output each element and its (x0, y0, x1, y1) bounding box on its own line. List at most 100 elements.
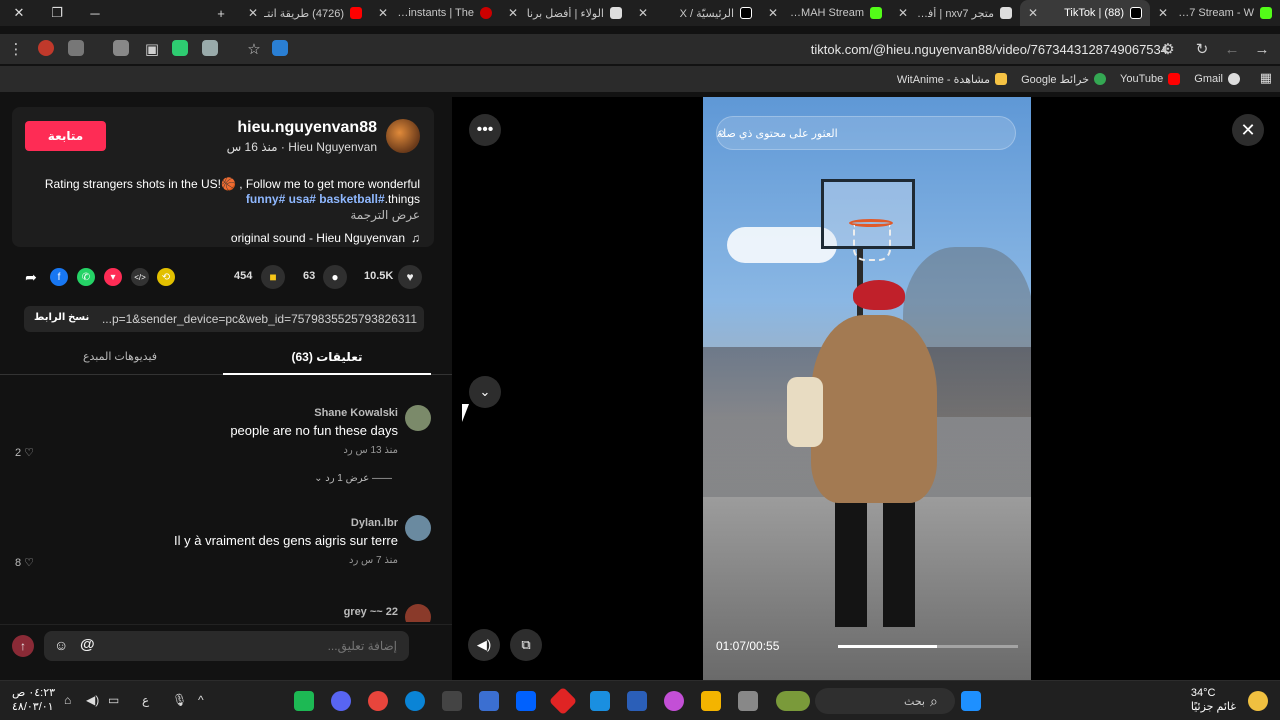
commenter-avatar[interactable] (405, 405, 431, 431)
window-minimize-icon[interactable]: ─ (76, 6, 114, 21)
window-close-icon[interactable]: ✕ (0, 5, 38, 21)
app-icon-1[interactable] (294, 691, 314, 711)
close-icon[interactable]: ✕ (1028, 6, 1038, 20)
tab-osamah-stream[interactable]: OSAMAH Stream ✕ (760, 0, 890, 26)
tab-nxv7-store[interactable]: متجر nxv7 | أفضل ✕ (890, 0, 1020, 26)
creator-username[interactable]: hieu.nguyenvan88 (237, 119, 377, 137)
search-icon[interactable]: ⌕ (717, 124, 725, 141)
close-icon[interactable]: ✕ (768, 6, 778, 20)
display-icon[interactable]: ▭ (108, 693, 119, 707)
creator-avatar[interactable] (386, 119, 420, 153)
system-clock[interactable]: ٠٤:٢٣ ص ٤٨/٠٣/٠١ (12, 686, 55, 714)
volume-icon[interactable]: ◀) (468, 629, 500, 661)
microphone-icon[interactable]: 🎙 (172, 693, 187, 707)
comment-input[interactable] (44, 631, 409, 661)
window-restore-icon[interactable]: ❐ (38, 5, 76, 21)
tab-tiktok[interactable]: (88) | TikTok ✕ (1020, 0, 1150, 26)
extension-lock-icon[interactable] (202, 40, 218, 56)
facebook-icon[interactable]: f (50, 268, 68, 286)
emoji-icon[interactable]: ☺ (54, 637, 68, 653)
address-bar[interactable]: tiktok.com/@hieu.nguyenvan88/video/76734… (230, 36, 1180, 62)
mail-icon[interactable] (590, 691, 610, 711)
sound-link[interactable]: original sound - Hieu Nguyenvan ♫ (231, 231, 420, 245)
back-arrow-icon[interactable]: → (1248, 34, 1276, 64)
embed-code-icon[interactable]: </> (131, 268, 149, 286)
tab-youtube[interactable]: (4726) طريقة انتـ ✕ (240, 0, 370, 26)
video-progress-bar[interactable] (838, 645, 1018, 648)
menu-dots-icon[interactable]: ⋮ (2, 34, 30, 64)
site-settings-icon[interactable]: ⚙ (1154, 34, 1182, 64)
input-language[interactable]: ع (142, 693, 149, 707)
comment-bubble-icon[interactable]: ● (323, 265, 347, 289)
close-icon[interactable]: ✕ (378, 6, 388, 20)
widgets-icon[interactable] (776, 691, 810, 711)
post-comment-arrow-icon[interactable]: ↑ (12, 635, 34, 657)
weather-widget[interactable]: 34°C غائم جزئيًا (1191, 686, 1236, 714)
extension-media-icon[interactable] (68, 40, 84, 56)
commenter-avatar[interactable] (405, 515, 431, 541)
dropbox-icon[interactable] (516, 691, 536, 711)
all-bookmarks-icon[interactable]: ▦ (1260, 70, 1272, 86)
forward-arrow-icon[interactable]: ← (1218, 34, 1246, 64)
comment-meta[interactable]: منذ 7 س رد (349, 555, 398, 566)
video-frame[interactable]: العثور على محتوى ذي صلة ⌕ 01:07/00:55 (703, 97, 1031, 680)
extension-screen-icon[interactable] (272, 40, 288, 56)
related-search-box[interactable]: العثور على محتوى ذي صلة (716, 116, 1016, 150)
tab-alwala[interactable]: الولاء | أفضل برنا ✕ (500, 0, 630, 26)
more-options-icon[interactable]: ••• (469, 114, 501, 146)
app-icon-6[interactable] (479, 691, 499, 711)
close-icon[interactable]: ✕ (508, 6, 518, 20)
bookmark-witanime[interactable]: WitAnime - مشاهدة (897, 73, 1008, 86)
bookmark-youtube[interactable]: YouTube (1120, 73, 1181, 85)
tab-x[interactable]: الرئيسيّة / X ✕ (630, 0, 760, 26)
post-hashtags[interactable]: funny# usa# basketball#.things (246, 192, 420, 207)
repost-icon[interactable]: ⟲ (157, 268, 175, 286)
whatsapp-icon[interactable]: ✆ (77, 268, 95, 286)
comment-username[interactable]: Dylan.lbr (351, 517, 398, 529)
tray-chevron-up-icon[interactable]: ^ (198, 693, 204, 707)
copilot-icon[interactable] (664, 691, 684, 711)
windows-start-icon[interactable] (961, 691, 981, 711)
edge-icon[interactable] (405, 691, 425, 711)
app-icon-8[interactable] (548, 686, 578, 716)
extension-icon[interactable]: ▣ (138, 34, 166, 64)
view-replies-link[interactable]: —— عرض 1 رد ⌄ (314, 473, 392, 484)
mention-at-icon[interactable]: @ (80, 636, 95, 653)
store-icon[interactable] (627, 691, 647, 711)
commenter-avatar[interactable] (405, 604, 431, 622)
bookmark-google-maps[interactable]: Google خرائط (1021, 73, 1107, 86)
share-link-text[interactable]: ...p=1&sender_device=pc&web_id=757983552… (99, 312, 417, 326)
close-icon[interactable]: ✕ (248, 6, 258, 20)
extension-puzzle-icon[interactable] (113, 40, 129, 56)
heart-icon[interactable]: ♥ (398, 265, 422, 289)
app-icon-13[interactable] (738, 691, 758, 711)
comment-username[interactable]: grey ~~ 22 (344, 606, 398, 618)
close-icon[interactable]: ✕ (1158, 6, 1168, 20)
send-to-friends-icon[interactable]: ▾ (104, 268, 122, 286)
share-arrow-icon[interactable]: ➦ (22, 268, 40, 286)
copy-link-button[interactable]: نسخ الرابط (34, 312, 89, 323)
tab-creator-videos[interactable]: فيديوهات المبدع (20, 343, 220, 375)
url-text[interactable]: tiktok.com/@hieu.nguyenvan88/video/76734… (811, 42, 1168, 57)
reload-icon[interactable]: ↻ (1188, 34, 1216, 64)
comment-meta[interactable]: منذ 13 س رد (343, 445, 398, 456)
speaker-icon[interactable]: ◀) (86, 693, 99, 707)
discord-icon[interactable] (331, 691, 351, 711)
tab-nxv7-stream[interactable]: Nxv7 Stream - W ✕ (1150, 0, 1280, 26)
tab-comments[interactable]: (63) تعليقات (223, 343, 431, 375)
comment-username[interactable]: Shane Kowalski (314, 407, 398, 419)
close-icon[interactable]: ✕ (898, 6, 908, 20)
picture-in-picture-icon[interactable]: ⧉ (510, 629, 542, 661)
bookmark-icon[interactable]: ■ (261, 265, 285, 289)
epic-games-icon[interactable] (442, 691, 462, 711)
comment-like-count[interactable]: 2 ♡ (15, 446, 34, 459)
hashtag-links[interactable]: funny# usa# basketball# (246, 192, 385, 206)
close-icon[interactable]: ✕ (1232, 114, 1264, 146)
network-icon[interactable]: ⌂ (64, 693, 71, 707)
extension-shield-icon[interactable] (172, 40, 188, 56)
extension-avatar-icon[interactable] (38, 40, 54, 56)
chrome-icon[interactable] (368, 691, 388, 711)
search-icon[interactable]: ⌕ (930, 693, 938, 710)
bookmark-gmail[interactable]: Gmail (1194, 73, 1240, 85)
close-icon[interactable]: ✕ (638, 6, 648, 20)
